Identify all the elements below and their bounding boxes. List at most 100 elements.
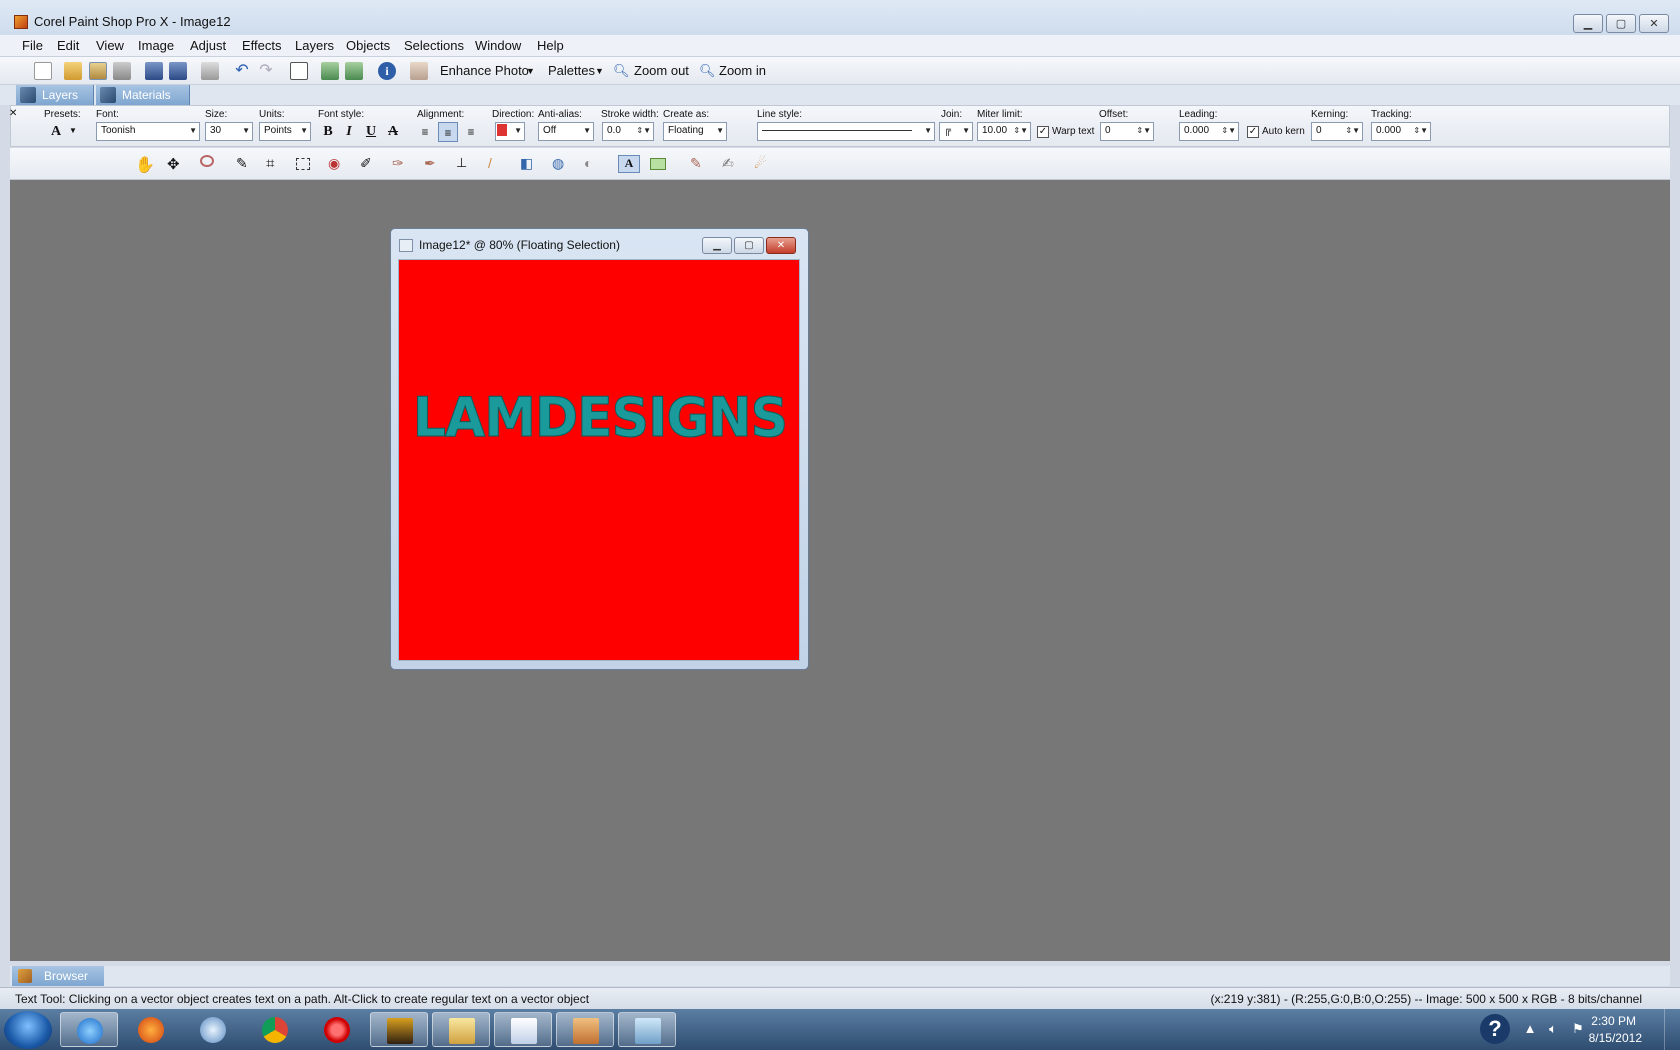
taskbar-paint-shop-pro[interactable] [556, 1012, 614, 1047]
save-as-icon[interactable] [169, 62, 187, 80]
selection-tool-icon[interactable] [296, 158, 310, 170]
zoom-in-button[interactable]: Zoom in [719, 63, 766, 78]
pan-tool-icon[interactable]: ✋ [135, 155, 155, 174]
palettes-button[interactable]: Palettes [548, 63, 595, 78]
clock-date[interactable]: 8/15/2012 [1589, 1031, 1642, 1045]
presets-button[interactable]: A [46, 122, 66, 142]
enhance-photo-button[interactable]: Enhance Photo [440, 63, 529, 78]
kerning-input[interactable]: 0 ⇕▼ [1311, 122, 1363, 141]
tab-browser[interactable]: Browser [12, 966, 104, 986]
action-center-flag-icon[interactable]: ⚑ [1570, 1021, 1586, 1037]
browse-icon[interactable] [89, 62, 107, 80]
align-center-button[interactable]: ≡ [438, 122, 458, 142]
menu-image[interactable]: Image [138, 38, 174, 53]
undo-icon[interactable]: ↶ [233, 62, 251, 80]
red-eye-tool-icon[interactable]: ◉ [328, 155, 346, 173]
menu-file[interactable]: File [22, 38, 43, 53]
dropper-tool-icon[interactable]: ✎ [236, 155, 254, 173]
pick-tool-icon[interactable]: ✥ [167, 155, 185, 173]
offset-input[interactable]: 0 ⇕▼ [1100, 122, 1154, 141]
open-folder-icon[interactable] [64, 62, 82, 80]
menu-selections[interactable]: Selections [404, 38, 464, 53]
taskbar-document[interactable] [494, 1012, 552, 1047]
enhance-photo-icon[interactable] [410, 62, 428, 80]
export-icon[interactable] [345, 62, 363, 80]
pen-tool-icon[interactable]: ✎ [690, 155, 708, 173]
paint-brush-icon[interactable]: ✒ [424, 155, 442, 173]
show-hidden-icons-icon[interactable]: ▲ [1522, 1021, 1538, 1037]
start-button[interactable] [4, 1011, 52, 1049]
resize-icon[interactable] [290, 62, 308, 80]
eraser-tool-icon[interactable]: ◧ [520, 155, 538, 173]
volume-icon[interactable]: 🔈︎ [1545, 1021, 1561, 1037]
menu-layers[interactable]: Layers [295, 38, 334, 53]
taskbar-internet-explorer[interactable] [60, 1012, 118, 1047]
text-tool-icon[interactable]: A [618, 155, 640, 173]
align-right-button[interactable]: ≡ [461, 122, 481, 142]
taskbar-explorer[interactable] [432, 1012, 490, 1047]
maximize-button[interactable]: ▢ [1606, 14, 1636, 33]
crop-tool-icon[interactable]: ⌗ [266, 155, 284, 173]
strikethrough-button[interactable]: A [383, 122, 403, 142]
leading-input[interactable]: 0.000 ⇕▼ [1179, 122, 1239, 141]
warp-text-checkbox[interactable]: ✓ [1037, 126, 1049, 138]
tracking-input[interactable]: 0.000 ⇕▼ [1371, 122, 1431, 141]
art-media-icon[interactable]: ☄ [754, 155, 772, 173]
image-close-button[interactable]: ✕ [766, 237, 796, 254]
tab-layers[interactable]: Layers [16, 85, 94, 105]
menu-view[interactable]: View [96, 38, 124, 53]
taskbar-media[interactable] [370, 1012, 428, 1047]
create-as-select[interactable]: Floating ▼ [663, 122, 727, 141]
warp-brush-icon[interactable]: ✍ [722, 155, 740, 173]
print-icon[interactable] [201, 62, 219, 80]
taskbar-safari[interactable] [184, 1012, 242, 1047]
scanner-icon[interactable] [113, 62, 131, 80]
lasso-tool-icon[interactable] [200, 155, 214, 167]
image-maximize-button[interactable]: ▢ [734, 237, 764, 254]
size-select[interactable]: 30 ▼ [205, 122, 253, 141]
taskbar-opera[interactable] [308, 1012, 366, 1047]
dodge-tool-icon[interactable]: ⊥ [456, 155, 474, 173]
menu-window[interactable]: Window [475, 38, 521, 53]
stroke-width-input[interactable]: 0.0 ⇕▼ [602, 122, 654, 141]
close-icon[interactable]: ✕ [9, 108, 17, 119]
bold-button[interactable]: B [318, 122, 338, 142]
image-canvas[interactable]: LAMDESIGNS [398, 259, 800, 661]
clock-time[interactable]: 2:30 PM [1591, 1014, 1636, 1028]
redo-icon[interactable]: ↷ [257, 62, 275, 80]
menu-objects[interactable]: Objects [346, 38, 390, 53]
info-icon[interactable]: i [378, 62, 396, 80]
fill-tool-icon[interactable]: ◍ [552, 155, 570, 173]
join-select[interactable]: ╔ ▼ [939, 122, 973, 141]
taskbar-app[interactable] [618, 1012, 676, 1047]
image-window[interactable]: Image12* @ 80% (Floating Selection) ▁ ▢ … [390, 228, 809, 670]
line-style-select[interactable]: ▼ [757, 122, 935, 141]
italic-button[interactable]: I [339, 122, 359, 142]
taskbar-chrome[interactable] [246, 1012, 304, 1047]
direction-select[interactable]: ▼ [495, 122, 525, 141]
new-file-icon[interactable] [34, 62, 52, 80]
font-select[interactable]: Toonish ▼ [96, 122, 200, 141]
smudge-tool-icon[interactable]: / [488, 155, 506, 173]
save-icon[interactable] [145, 62, 163, 80]
antialias-select[interactable]: Off ▼ [538, 122, 594, 141]
makeover-tool-icon[interactable]: ✐ [360, 155, 378, 173]
shape-tool-icon[interactable] [650, 158, 666, 170]
image-minimize-button[interactable]: ▁ [702, 237, 732, 254]
zoom-out-button[interactable]: Zoom out [634, 63, 689, 78]
close-button[interactable]: ✕ [1639, 14, 1669, 33]
underline-button[interactable]: U [361, 122, 381, 142]
show-desktop-button[interactable] [1664, 1009, 1680, 1050]
floating-text-selection[interactable]: LAMDESIGNS [399, 386, 801, 450]
menu-effects[interactable]: Effects [242, 38, 282, 53]
tab-materials[interactable]: Materials [96, 85, 190, 105]
menu-help[interactable]: Help [537, 38, 564, 53]
auto-kern-checkbox[interactable]: ✓ [1247, 126, 1259, 138]
help-icon[interactable]: ? [1480, 1014, 1510, 1044]
clone-brush-icon[interactable]: ✑ [392, 155, 410, 173]
menu-edit[interactable]: Edit [57, 38, 79, 53]
minimize-button[interactable]: ▁ [1573, 14, 1603, 33]
menu-adjust[interactable]: Adjust [190, 38, 226, 53]
units-select[interactable]: Points ▼ [259, 122, 311, 141]
picture-tube-icon[interactable]: ◐ [584, 155, 602, 173]
